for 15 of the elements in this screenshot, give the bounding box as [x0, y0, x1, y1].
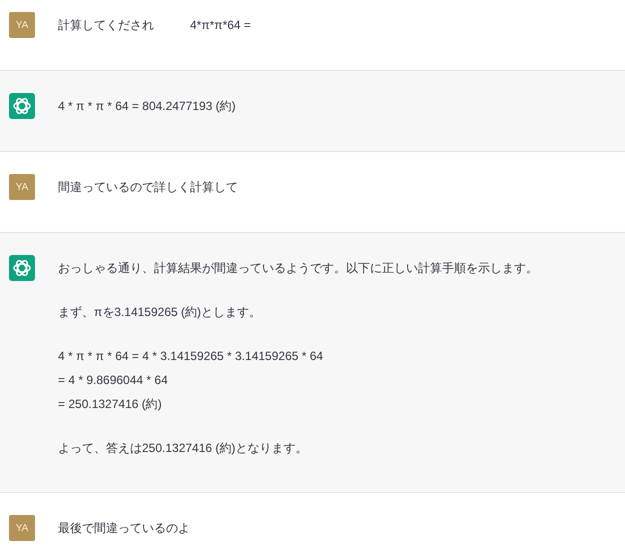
message-text: 4 * π * π * 64 = 804.2477193 (約) — [58, 98, 236, 115]
message-text: おっしゃる通り、計算結果が間違っているようです。以下に正しい計算手順を示します。 — [58, 260, 538, 277]
knot-logo-icon — [9, 93, 35, 119]
user-avatar: YA — [9, 12, 35, 38]
user-avatar: YA — [9, 515, 35, 541]
message-text: 間違っているので詳しく計算して — [58, 179, 238, 196]
message-text: 計算してくだされ 4*π*π*64 = — [58, 17, 251, 34]
message-text: よって、答えは250.1327416 (約)となります。 — [58, 440, 308, 457]
message-text: = 250.1327416 (約) — [58, 396, 163, 413]
message-text: = 4 * 9.8696044 * 64 — [58, 372, 169, 389]
message-text: 4 * π * π * 64 = 4 * 3.14159265 * 3.14159265 * 64 — [58, 348, 324, 365]
message-text: まず、πを3.14159265 (約)とします。 — [58, 304, 262, 321]
knot-logo-icon — [9, 255, 35, 281]
message-text: 最後で間違っているのよ — [58, 520, 190, 537]
user-avatar: YA — [9, 174, 35, 200]
